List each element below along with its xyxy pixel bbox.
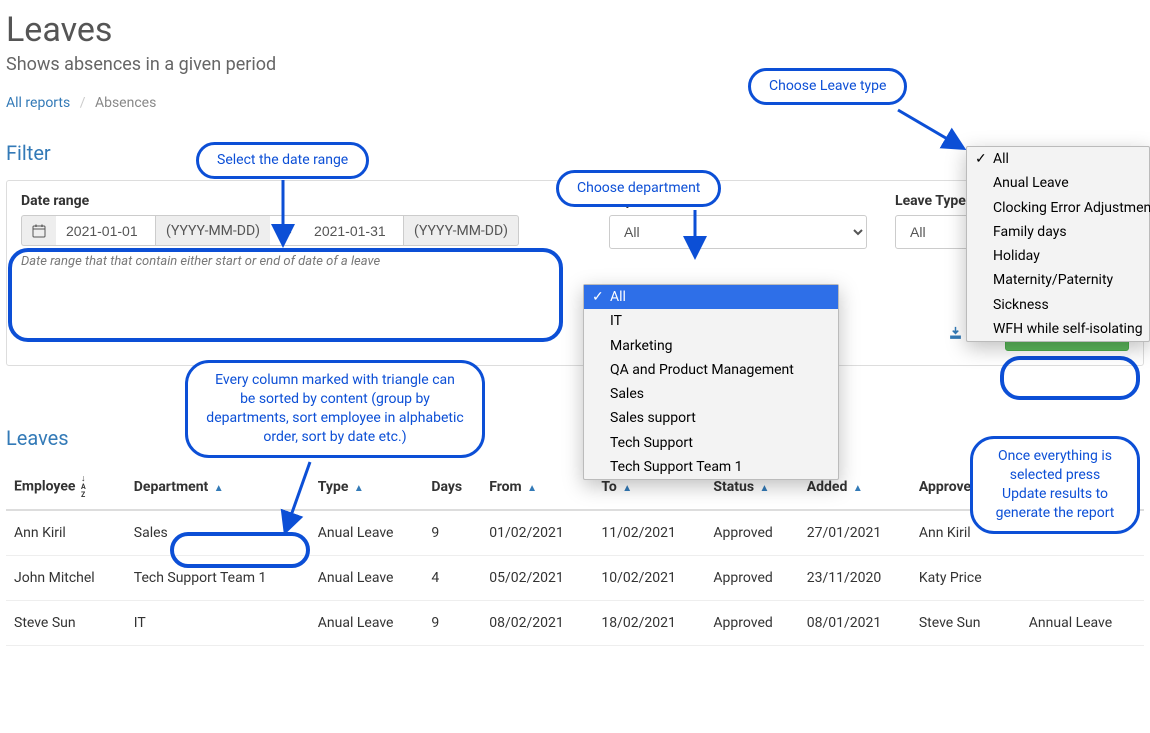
cell-to: 10/02/2021 (593, 556, 705, 601)
cell-employee: John Mitchel (6, 556, 126, 601)
dropdown-option[interactable]: WFH while self-isolating (967, 317, 1149, 341)
cell-approver: Steve Sun (911, 601, 1021, 646)
callout-sort: Every column marked with triangle can be… (185, 360, 485, 458)
dropdown-option[interactable]: All (584, 285, 838, 309)
cell-from: 08/02/2021 (481, 601, 593, 646)
callout-update: Once everything is selected press Update… (970, 436, 1140, 534)
dropdown-option[interactable]: Family days (967, 220, 1149, 244)
cell-added: 23/11/2020 (799, 556, 911, 601)
cell-days: 4 (423, 556, 481, 601)
page-title: Leaves (6, 10, 1144, 50)
cell-status: Approved (705, 556, 798, 601)
cell-days: 9 (423, 601, 481, 646)
breadcrumb-root-link[interactable]: All reports (6, 95, 70, 111)
date-to-input[interactable] (304, 215, 404, 246)
dropdown-option[interactable]: Holiday (967, 244, 1149, 268)
cell-status: Approved (705, 510, 798, 556)
cell-from: 01/02/2021 (481, 510, 593, 556)
cell-employee: Ann Kiril (6, 510, 126, 556)
table-row: Steve SunITAnual Leave908/02/202118/02/2… (6, 601, 1144, 646)
dropdown-option[interactable]: Tech Support Team 1 (584, 455, 838, 479)
caret-up-icon: ▲ (853, 483, 863, 494)
cell-days: 9 (423, 510, 481, 556)
dropdown-option[interactable]: QA and Product Management (584, 358, 838, 382)
date-from-hint: (YYYY-MM-DD) (156, 215, 270, 246)
dropdown-option[interactable]: IT (584, 309, 838, 333)
page-subtitle: Shows absences in a given period (6, 54, 1144, 75)
cell-added: 08/01/2021 (799, 601, 911, 646)
date-range-help: Date range that that contain either star… (21, 254, 581, 269)
cell-added: 27/01/2021 (799, 510, 911, 556)
caret-up-icon: ▲ (622, 483, 632, 494)
download-icon (949, 326, 962, 343)
dropdown-option[interactable]: Sickness (967, 293, 1149, 317)
col-days[interactable]: Days (423, 465, 481, 510)
col-type[interactable]: Type ▲ (310, 465, 424, 510)
breadcrumb: All reports / Absences (6, 95, 1144, 111)
date-from-input[interactable] (56, 215, 156, 246)
date-range-group: Date range (YYYY-MM-DD) → (YYYY-MM-DD) D… (21, 193, 581, 269)
cell-to: 11/02/2021 (593, 510, 705, 556)
cell-department: Sales (126, 510, 310, 556)
cell-to: 18/02/2021 (593, 601, 705, 646)
dropdown-option[interactable]: Tech Support (584, 431, 838, 455)
callout-date-range: Select the date range (196, 142, 369, 179)
cell-type: Anual Leave (310, 601, 424, 646)
caret-up-icon: ▲ (354, 483, 364, 494)
dropdown-option[interactable]: Maternity/Paternity (967, 268, 1149, 292)
col-from[interactable]: From ▲ (481, 465, 593, 510)
col-department[interactable]: Department ▲ (126, 465, 310, 510)
dropdown-option[interactable]: Anual Leave (967, 171, 1149, 195)
dropdown-option[interactable]: Sales support (584, 406, 838, 430)
cell-department: IT (126, 601, 310, 646)
caret-up-icon: ▲ (214, 483, 224, 494)
date-range-label: Date range (21, 193, 581, 209)
dropdown-option[interactable]: Marketing (584, 334, 838, 358)
cell-comment: Annual Leave (1021, 601, 1144, 646)
breadcrumb-separator: / (80, 95, 86, 111)
table-row: John MitchelTech Support Team 1Anual Lea… (6, 556, 1144, 601)
department-select[interactable]: All (609, 215, 867, 249)
cell-comment (1021, 556, 1144, 601)
cell-department: Tech Support Team 1 (126, 556, 310, 601)
arrow-right-icon: → (270, 215, 304, 246)
department-dropdown[interactable]: AllITMarketingQA and Product ManagementS… (583, 284, 839, 480)
cell-type: Anual Leave (310, 556, 424, 601)
callout-department: Choose department (556, 170, 721, 207)
caret-up-icon: ▲ (760, 483, 770, 494)
dropdown-option[interactable]: Clocking Error Adjustment (967, 196, 1149, 220)
dropdown-option[interactable]: Sales (584, 382, 838, 406)
breadcrumb-current: Absences (95, 95, 156, 111)
cell-type: Anual Leave (310, 510, 424, 556)
leave-type-dropdown[interactable]: AllAnual LeaveClocking Error AdjustmentF… (966, 146, 1150, 342)
caret-up-icon: ▲ (527, 483, 537, 494)
callout-leave-type: Choose Leave type (748, 68, 907, 105)
date-to-hint: (YYYY-MM-DD) (404, 215, 519, 246)
cell-approver: Katy Price (911, 556, 1021, 601)
col-employee[interactable]: Employee ↓AZ (6, 465, 126, 510)
sort-az-icon: ↓AZ (81, 475, 86, 499)
date-range-input-group: (YYYY-MM-DD) → (YYYY-MM-DD) (21, 215, 581, 246)
cell-employee: Steve Sun (6, 601, 126, 646)
calendar-icon (21, 215, 56, 246)
dropdown-option[interactable]: All (967, 147, 1149, 171)
cell-status: Approved (705, 601, 798, 646)
cell-from: 05/02/2021 (481, 556, 593, 601)
